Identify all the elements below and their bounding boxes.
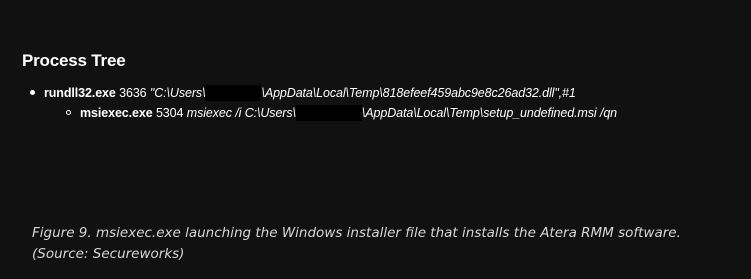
process-tree-item-child: msiexec.exe 5304 msiexec /i C:\Users\ \Ap… (66, 105, 617, 121)
command-line-end: \AppData\Local\Temp\setup_undefined.msi … (361, 106, 618, 120)
process-id: 3636 (119, 86, 147, 100)
command-line-end: \AppData\Local\Temp\818efeef459abc9e8c26… (261, 86, 576, 100)
figure-caption: Figure 9. msiexec.exe launching the Wind… (32, 225, 681, 262)
process-name: msiexec.exe (80, 106, 153, 120)
process-tree: rundll32.exe 3636 "C:\Users\ \AppData\Loc… (0, 0, 751, 140)
process-tree-item-parent: rundll32.exe 3636 "C:\Users\ \AppData\Loc… (30, 85, 576, 101)
command-line-start: "C:\Users\ (149, 86, 206, 100)
bullet-disc-icon (30, 86, 44, 100)
bullet-circle-icon (66, 106, 80, 120)
process-name: rundll32.exe (44, 86, 116, 100)
redaction-bar (205, 85, 262, 101)
redaction-bar (295, 105, 362, 121)
command-line-start: msiexec /i C:\Users\ (186, 106, 296, 120)
dark-screenshot-panel: Process Tree rundll32.exe 3636 "C:\Users… (0, 0, 751, 279)
process-id: 5304 (155, 106, 184, 120)
